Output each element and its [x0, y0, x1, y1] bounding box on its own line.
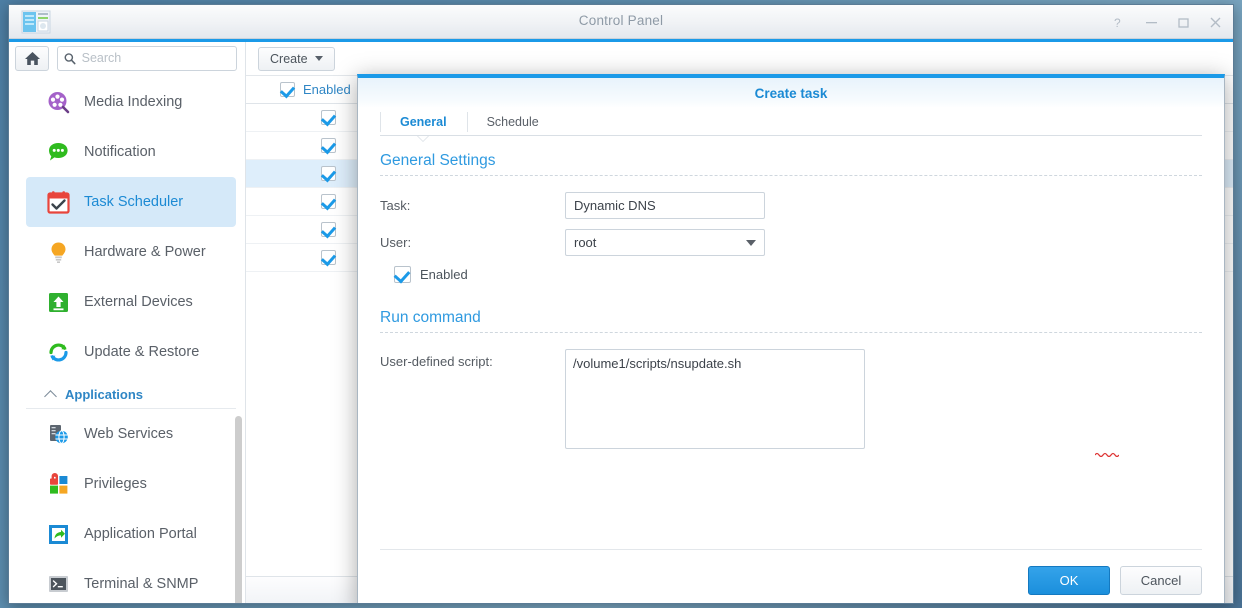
user-label: User:	[380, 235, 412, 250]
window-body: Media Indexing Notification	[9, 42, 1233, 603]
script-label: User-defined script:	[380, 354, 493, 369]
create-task-dialog: Create task General Schedule General Set…	[357, 74, 1225, 603]
divider	[380, 332, 1202, 333]
tab-general-label: General	[400, 115, 447, 129]
general-settings-heading: General Settings	[380, 152, 496, 169]
user-select[interactable]: root	[565, 229, 765, 256]
tab-schedule[interactable]: Schedule	[466, 108, 559, 136]
user-select-value: root	[574, 235, 597, 250]
dialog-tabs: General Schedule	[358, 108, 1224, 141]
spellcheck-underline-icon	[1095, 452, 1119, 457]
help-button[interactable]: ?	[1113, 16, 1127, 29]
chevron-down-icon	[746, 239, 756, 246]
tab-general[interactable]: General	[380, 108, 467, 141]
svg-text:?: ?	[1114, 16, 1121, 29]
close-button[interactable]	[1209, 16, 1223, 29]
control-panel-window: Control Panel ? Search Media Indexing No…	[8, 4, 1234, 604]
window-titlebar[interactable]: Control Panel ?	[9, 5, 1233, 39]
enabled-label: Enabled	[420, 267, 468, 282]
maximize-button[interactable]	[1177, 16, 1191, 29]
enabled-checkbox[interactable]	[394, 266, 411, 283]
script-row: User-defined script:	[380, 349, 1202, 449]
divider	[380, 175, 1202, 176]
dialog-title: Create task	[358, 78, 1224, 108]
cancel-button[interactable]: Cancel	[1120, 566, 1202, 595]
run-command-heading: Run command	[380, 309, 481, 326]
minimize-button[interactable]	[1145, 16, 1159, 29]
enabled-row: Enabled	[380, 266, 1202, 283]
user-defined-script-input[interactable]	[565, 349, 865, 449]
task-label: Task:	[380, 198, 411, 213]
dialog-body: General Settings Task: User: root Enable…	[358, 136, 1224, 549]
tab-schedule-label: Schedule	[486, 115, 539, 129]
ok-button[interactable]: OK	[1028, 566, 1110, 595]
window-controls: ?	[1113, 5, 1223, 39]
dialog-footer: OK Cancel	[380, 549, 1202, 603]
user-row: User: root	[380, 229, 1202, 256]
task-name-row: Task:	[380, 192, 1202, 219]
window-title: Control Panel	[578, 13, 664, 28]
task-name-input[interactable]	[565, 192, 765, 219]
